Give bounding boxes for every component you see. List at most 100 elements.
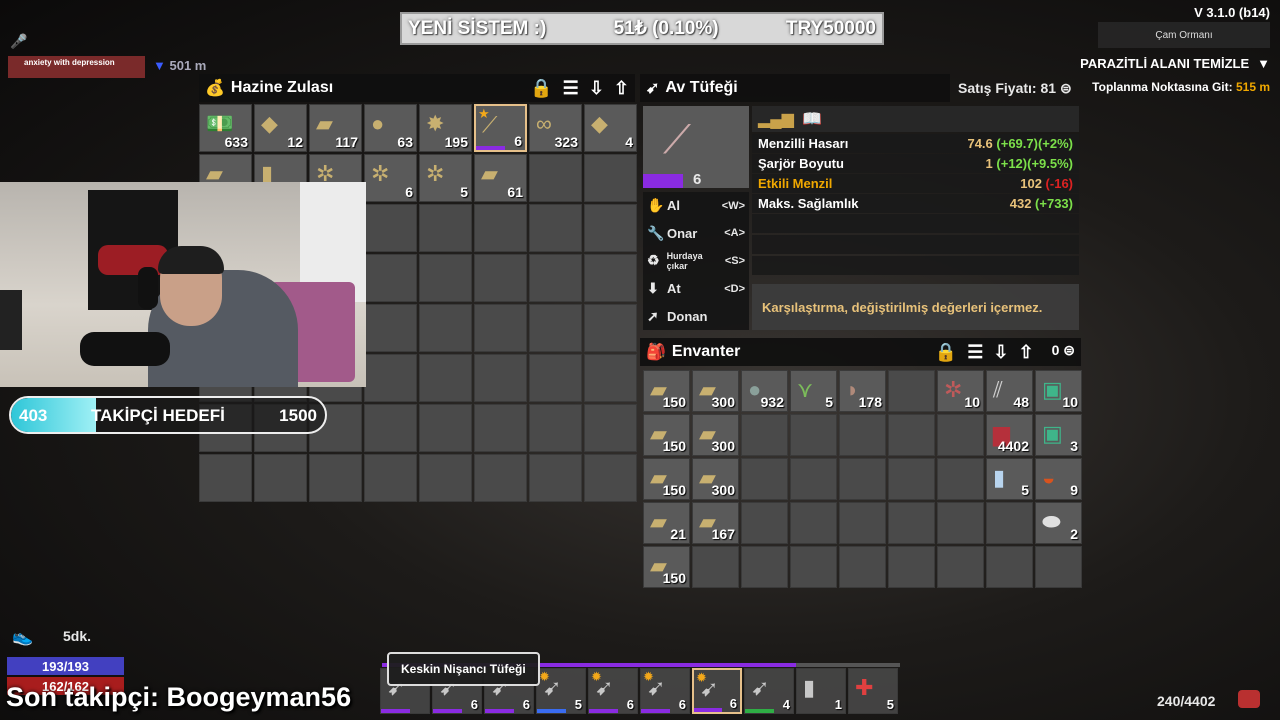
- sort-icon[interactable]: ☰: [563, 78, 579, 99]
- move-all-icon[interactable]: ⇧: [614, 78, 629, 99]
- chest-slot-empty[interactable]: [529, 204, 582, 252]
- toolbelt-slot-6[interactable]: ➹ ✹ 6: [640, 668, 690, 714]
- toolbelt-slot-9[interactable]: ▮ 1: [796, 668, 846, 714]
- chest-slot-empty[interactable]: [309, 454, 362, 502]
- lock-icon[interactable]: 🔒: [530, 78, 552, 99]
- inventory-slot-empty[interactable]: [888, 546, 935, 588]
- chest-slot-empty[interactable]: [529, 254, 582, 302]
- chest-slot-empty[interactable]: [419, 304, 472, 352]
- chest-slot-empty[interactable]: [364, 254, 417, 302]
- chest-slot-empty[interactable]: [474, 204, 527, 252]
- quest-title[interactable]: PARAZİTLİ ALANI TEMİZLE ▼: [1080, 56, 1270, 71]
- chest-slot-empty[interactable]: [529, 154, 582, 202]
- take-all-icon[interactable]: ⇩: [589, 78, 604, 99]
- chest-slot-empty[interactable]: [364, 354, 417, 402]
- chest-slot-empty[interactable]: [254, 454, 307, 502]
- chest-slot[interactable]: ∞ 323: [529, 104, 582, 152]
- move-all-icon[interactable]: ⇧: [1018, 342, 1033, 363]
- inventory-slot[interactable]: ▰ 150: [643, 546, 690, 588]
- chest-slot-empty[interactable]: [584, 254, 637, 302]
- inventory-slot-empty[interactable]: [741, 458, 788, 500]
- inventory-slot-empty[interactable]: [937, 546, 984, 588]
- action-4[interactable]: ⬇ At <D>: [643, 275, 749, 303]
- inventory-slot[interactable]: ▰ 300: [692, 370, 739, 412]
- inventory-slot-empty[interactable]: [937, 502, 984, 544]
- inventory-slot[interactable]: ✲ 10: [937, 370, 984, 412]
- chest-slot[interactable]: ⟋ ★ 6: [474, 104, 527, 152]
- inventory-slot-empty[interactable]: [790, 502, 837, 544]
- take-all-icon[interactable]: ⇩: [993, 342, 1008, 363]
- inventory-slot[interactable]: ▰ 150: [643, 370, 690, 412]
- chest-slot[interactable]: ✸ 195: [419, 104, 472, 152]
- chest-slot-empty[interactable]: [419, 404, 472, 452]
- chest-slot-empty[interactable]: [364, 404, 417, 452]
- inventory-slot[interactable]: ⫽ 48: [986, 370, 1033, 412]
- inventory-slot-empty[interactable]: [839, 546, 886, 588]
- action-5[interactable]: ➚ Donan: [643, 302, 749, 330]
- chest-slot-empty[interactable]: [474, 404, 527, 452]
- quality-bars-icon[interactable]: ▂▄▆: [758, 109, 794, 129]
- chest-slot-empty[interactable]: [474, 254, 527, 302]
- inventory-slot-empty[interactable]: [839, 414, 886, 456]
- chest-slot-empty[interactable]: [584, 454, 637, 502]
- inventory-slot-empty[interactable]: [937, 458, 984, 500]
- inventory-slot-empty[interactable]: [937, 414, 984, 456]
- chest-slot[interactable]: ▰ 117: [309, 104, 362, 152]
- chest-slot-empty[interactable]: [584, 154, 637, 202]
- inventory-slot[interactable]: ▰ 300: [692, 414, 739, 456]
- chest-slot-empty[interactable]: [529, 454, 582, 502]
- chest-slot-empty[interactable]: [364, 204, 417, 252]
- toolbelt-slot-5[interactable]: ➹ ✹ 6: [588, 668, 638, 714]
- chest-slot-empty[interactable]: [364, 304, 417, 352]
- action-2[interactable]: 🔧 Onar <A>: [643, 220, 749, 248]
- inventory-slot[interactable]: ⋎ 5: [790, 370, 837, 412]
- chest-slot-empty[interactable]: [529, 304, 582, 352]
- chest-slot[interactable]: ✲ 5: [419, 154, 472, 202]
- inventory-slot-empty[interactable]: [986, 546, 1033, 588]
- chest-slot[interactable]: ✲ 6: [364, 154, 417, 202]
- chest-slot[interactable]: ▰ 61: [474, 154, 527, 202]
- inventory-slot[interactable]: ▰ 300: [692, 458, 739, 500]
- action-3[interactable]: ♻ Hurdaya çıkar <S>: [643, 247, 749, 275]
- inventory-slot[interactable]: ⬬ 2: [1035, 502, 1082, 544]
- inventory-slot-empty[interactable]: [986, 502, 1033, 544]
- inventory-slot-empty[interactable]: [692, 546, 739, 588]
- inventory-slot-empty[interactable]: [741, 502, 788, 544]
- book-icon[interactable]: 📖: [802, 109, 822, 129]
- inventory-slot-empty[interactable]: [741, 546, 788, 588]
- inventory-slot[interactable]: ▰ 167: [692, 502, 739, 544]
- inventory-slot-empty[interactable]: [888, 502, 935, 544]
- chest-slot-empty[interactable]: [419, 204, 472, 252]
- chest-slot-empty[interactable]: [364, 454, 417, 502]
- inventory-slot-empty[interactable]: [1035, 546, 1082, 588]
- inventory-slot-empty[interactable]: [888, 414, 935, 456]
- chest-slot[interactable]: ◆ 4: [584, 104, 637, 152]
- toolbelt-slot-7[interactable]: ➹ ✹ 6: [692, 668, 742, 714]
- toolbelt-slot-4[interactable]: ➹ ✹ 5: [536, 668, 586, 714]
- chest-slot-empty[interactable]: [584, 204, 637, 252]
- inventory-slot[interactable]: ▣ 10: [1035, 370, 1082, 412]
- chest-slot-empty[interactable]: [419, 254, 472, 302]
- chest-slot-empty[interactable]: [474, 354, 527, 402]
- chest-slot-empty[interactable]: [529, 404, 582, 452]
- inventory-slot[interactable]: ▆ 4402: [986, 414, 1033, 456]
- chest-slot-empty[interactable]: [419, 354, 472, 402]
- inventory-slot-empty[interactable]: [839, 458, 886, 500]
- inventory-slot-empty[interactable]: [888, 370, 935, 412]
- chest-slot-empty[interactable]: [584, 354, 637, 402]
- inventory-slot[interactable]: ▰ 150: [643, 458, 690, 500]
- inventory-slot[interactable]: ▣ 3: [1035, 414, 1082, 456]
- chest-slot-empty[interactable]: [474, 454, 527, 502]
- chest-slot-empty[interactable]: [474, 304, 527, 352]
- action-1[interactable]: ✋ Al <W>: [643, 192, 749, 220]
- chest-slot[interactable]: ● 63: [364, 104, 417, 152]
- chest-slot-empty[interactable]: [419, 454, 472, 502]
- inventory-slot-empty[interactable]: [790, 414, 837, 456]
- inventory-slot[interactable]: ◒ 9: [1035, 458, 1082, 500]
- sort-icon[interactable]: ☰: [967, 342, 983, 363]
- chest-slot-empty[interactable]: [584, 304, 637, 352]
- chest-slot[interactable]: 💵 633: [199, 104, 252, 152]
- inventory-slot[interactable]: ▰ 150: [643, 414, 690, 456]
- chest-slot[interactable]: ◆ 12: [254, 104, 307, 152]
- chest-slot-empty[interactable]: [584, 404, 637, 452]
